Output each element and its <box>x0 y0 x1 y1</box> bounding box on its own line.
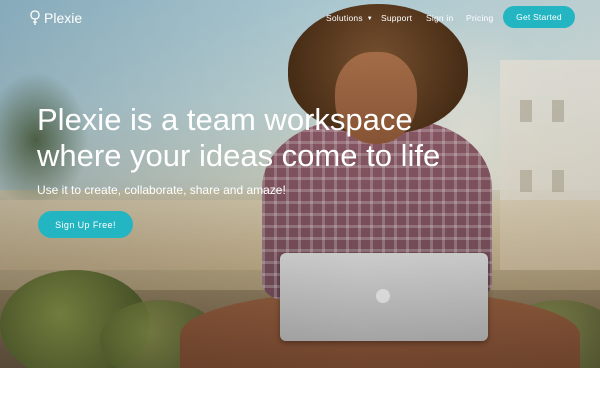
plexie-logo-icon <box>30 10 40 25</box>
hero-subline: Use it to create, collaborate, share and… <box>37 183 286 197</box>
nav-solutions[interactable]: Solutions ▼ <box>326 13 373 23</box>
nav-support[interactable]: Support <box>381 13 412 23</box>
hero-headline: Plexie is a team workspace where your id… <box>37 102 441 173</box>
nav-pricing[interactable]: Pricing <box>466 13 493 23</box>
caret-down-icon: ▼ <box>366 16 373 22</box>
nav-sign-in[interactable]: Sign in <box>426 13 453 23</box>
top-navigation: Plexie Solutions ▼ Support Sign in Pricin… <box>0 0 600 36</box>
below-fold-section <box>0 368 600 400</box>
brand-name: Plexie <box>44 10 83 26</box>
sign-up-free-button[interactable]: Sign Up Free! <box>38 211 133 238</box>
nav-solutions-label: Solutions <box>326 13 363 23</box>
get-started-button[interactable]: Get Started <box>503 6 575 28</box>
hero-section: Plexie Solutions ▼ Support Sign in Pricin… <box>0 0 600 368</box>
brand-logo[interactable]: Plexie <box>30 9 82 27</box>
